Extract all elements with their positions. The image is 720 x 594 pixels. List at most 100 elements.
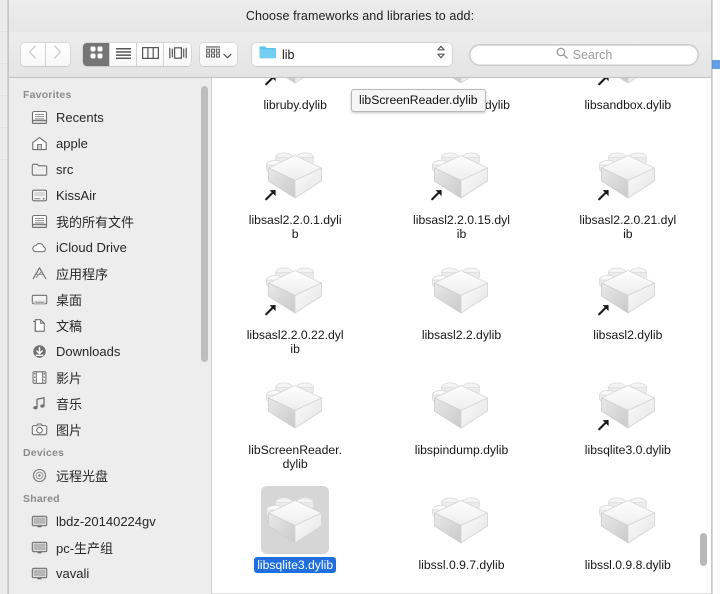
file-item[interactable]: libsqlite3.0.dylib	[545, 365, 711, 480]
sidebar-item-[interactable]: 图片	[9, 416, 211, 442]
sidebar-item-label: 音乐	[56, 396, 83, 412]
sidebar-scrollbar[interactable]	[201, 86, 208, 362]
sidebar-item-[interactable]: 音乐	[9, 390, 211, 416]
sidebar-section-header: Devices	[23, 447, 65, 459]
arrange-button[interactable]	[200, 43, 237, 66]
chevron-left-icon	[28, 45, 37, 64]
downloads-icon	[31, 343, 48, 360]
pictures-icon	[31, 421, 48, 438]
file-area-scrollbar[interactable]	[700, 533, 707, 566]
desktop-icon	[31, 291, 48, 308]
arrange-icon	[205, 45, 220, 64]
view-mode-list-button[interactable]	[110, 43, 138, 66]
sidebar-item-pc[interactable]: pc-生产组	[9, 534, 211, 560]
background-window-right-sliver	[712, 0, 720, 594]
dylib-brick-icon	[286, 78, 304, 84]
file-icon	[261, 371, 329, 439]
sidebar-item-label: lbdz-20140224gv	[56, 513, 156, 529]
sidebar-item-label: KissAir	[56, 187, 97, 203]
display-icon	[31, 565, 48, 582]
file-icon	[427, 486, 495, 554]
file-item-label: libssl.0.9.8.dylib	[584, 558, 671, 572]
sidebar-item-[interactable]: 我的所有文件	[9, 208, 211, 234]
back-button[interactable]	[21, 43, 46, 66]
sidebar-item-kissair[interactable]: KissAir	[9, 182, 211, 208]
sidebar-item-label: 应用程序	[56, 266, 109, 282]
file-item[interactable]: libsandbox.dylib	[545, 78, 711, 135]
sidebar-item-[interactable]: 影片	[9, 364, 211, 390]
background-ghost-row	[0, 106, 7, 128]
sidebar-item-label: iCloud Drive	[56, 239, 127, 255]
file-item-label: libScreenReader.dylib	[248, 443, 342, 471]
view-mode-gallery-button[interactable]	[164, 43, 192, 66]
view-mode-icon-button[interactable]	[83, 43, 111, 66]
sidebar-item-label: 文稿	[56, 318, 83, 334]
sidebar-item-[interactable]: 文稿	[9, 312, 211, 338]
file-grid-row: libsqlite3.dylib libssl.0.9.7.dylib libssl…	[212, 480, 711, 594]
path-popup-button[interactable]: lib	[251, 43, 452, 66]
dialog-prompt-text: Choose frameworks and libraries to add:	[245, 9, 475, 23]
chevron-right-icon	[53, 45, 62, 64]
file-item-label: libsasl2.dylib	[593, 328, 663, 342]
dylib-brick-icon	[598, 152, 655, 199]
sidebar-item-icloud-drive[interactable]: iCloud Drive	[9, 234, 211, 260]
forward-button[interactable]	[45, 43, 71, 66]
file-icon	[594, 486, 662, 554]
sidebar-item-label: vavali	[56, 565, 90, 581]
file-icon	[261, 256, 329, 324]
sidebar-item-vavali[interactable]: vavali	[9, 560, 211, 586]
display-icon	[31, 539, 48, 556]
sidebar-item-lbdz-20140224gv[interactable]: lbdz-20140224gv	[9, 508, 211, 534]
file-item[interactable]: libsqlite3.dylib	[212, 480, 378, 594]
sidebar-item-[interactable]: 应用程序	[9, 260, 211, 286]
background-window-left-sliver	[0, 0, 8, 594]
file-item[interactable]: libssl.0.9.8.dylib	[545, 480, 711, 594]
dylib-brick-icon	[619, 78, 637, 84]
coverflow-icon	[168, 46, 187, 64]
background-ghost-row	[0, 42, 7, 64]
search-input[interactable]: Search	[468, 43, 699, 66]
file-item[interactable]: libsasl2.dylib	[545, 250, 711, 365]
file-icon	[594, 256, 662, 324]
file-item[interactable]: libspindump.dylib	[378, 365, 544, 480]
sidebar-item-label: 桌面	[56, 292, 83, 308]
view-mode-column-button[interactable]	[137, 43, 165, 66]
file-item[interactable]: libssl.0.9.7.dylib	[378, 480, 544, 594]
file-icon	[594, 78, 662, 94]
documents-icon	[31, 317, 48, 334]
file-browser-area[interactable]: libruby.dyliblibsandbox.1.dyliblibsandbo…	[212, 78, 711, 594]
sidebar-item-label: 影片	[56, 370, 83, 386]
disc-icon	[31, 467, 48, 484]
sidebar-item-label: 我的所有文件	[56, 214, 135, 230]
file-icon	[261, 486, 330, 554]
file-grid: libruby.dyliblibsandbox.1.dyliblibsandbo…	[212, 78, 711, 594]
music-icon	[31, 395, 48, 412]
search-icon	[556, 46, 568, 64]
file-item[interactable]: libsasl2.2.0.1.dylib	[212, 135, 378, 250]
dialog-prompt-bar: Choose frameworks and libraries to add:	[9, 0, 711, 32]
sidebar-item-label: Recents	[56, 109, 104, 125]
file-item-label: libspindump.dylib	[414, 443, 509, 457]
file-item[interactable]: libScreenReader.dylib	[212, 365, 378, 480]
file-grid-row: libsasl2.2.0.1.dylib libsasl2.2.0.15.dyli…	[212, 135, 711, 250]
sidebar[interactable]: Favorites Recents apple src KissAir 我的所有文件 iCl…	[9, 78, 212, 594]
background-accent-marker	[712, 60, 720, 69]
file-item[interactable]: libsasl2.2.0.21.dylib	[545, 135, 711, 250]
file-item[interactable]: libsasl2.2.0.22.dylib	[212, 250, 378, 365]
grid-icon	[90, 46, 103, 64]
file-grid-row: libsasl2.2.0.22.dylib libsasl2.2.dylib lib…	[212, 250, 711, 365]
sidebar-item-src[interactable]: src	[9, 156, 211, 182]
sidebar-item-apple[interactable]: apple	[9, 130, 211, 156]
file-item-label: libsqlite3.0.dylib	[584, 443, 671, 457]
sidebar-item-recents[interactable]: Recents	[9, 104, 211, 130]
sidebar-item-[interactable]: 远程光盘	[9, 462, 211, 488]
view-mode-buttons	[83, 43, 192, 66]
dylib-brick-icon	[432, 152, 489, 199]
sidebar-item-[interactable]: 桌面	[9, 286, 211, 312]
sidebar-item-downloads[interactable]: Downloads	[9, 338, 211, 364]
recents-icon	[31, 109, 48, 126]
file-icon	[427, 371, 495, 439]
file-item[interactable]: libsasl2.2.dylib	[378, 250, 544, 365]
file-item[interactable]: libsasl2.2.0.15.dylib	[378, 135, 544, 250]
file-icon	[427, 256, 495, 324]
